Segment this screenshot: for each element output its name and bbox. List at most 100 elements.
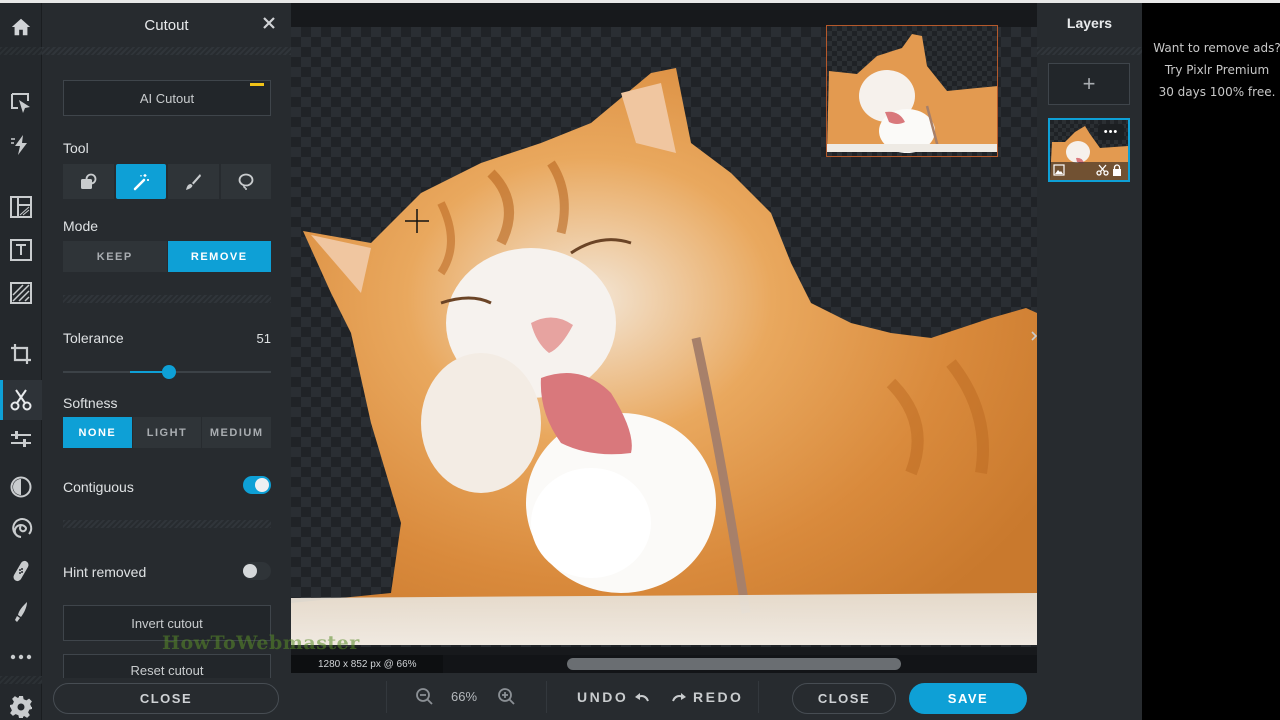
ad-line: 30 days 100% free. xyxy=(1158,85,1276,99)
rail-layout[interactable] xyxy=(0,189,42,225)
home-button[interactable] xyxy=(0,9,42,45)
layers-divider xyxy=(1037,47,1142,55)
lock-icon[interactable] xyxy=(1112,164,1122,179)
contiguous-label: Contiguous xyxy=(63,479,134,495)
image-dimensions: 1280 x 852 px @ 66% xyxy=(291,655,443,673)
reset-cutout-label: Reset cutout xyxy=(130,663,204,678)
rail-divider xyxy=(0,47,42,55)
rail-heal[interactable] xyxy=(0,553,42,589)
softness-none[interactable]: NONE xyxy=(63,417,132,448)
ai-cutout-label: AI Cutout xyxy=(139,90,195,106)
softness-medium[interactable]: MEDIUM xyxy=(201,417,272,448)
ai-cutout-button[interactable]: AI Cutout xyxy=(63,80,271,116)
cutout-layer-icon xyxy=(1096,164,1109,179)
tool-lasso[interactable] xyxy=(220,164,271,199)
rail-quick-fix[interactable] xyxy=(0,127,42,163)
tool-magic-wand[interactable] xyxy=(115,164,166,199)
contrast-icon xyxy=(10,476,32,498)
navigator-preview[interactable] xyxy=(826,25,998,157)
close-icon xyxy=(263,17,275,29)
invert-cutout-button[interactable]: Invert cutout xyxy=(63,605,271,641)
rail-liquify[interactable] xyxy=(0,510,42,546)
liquify-icon xyxy=(12,518,33,539)
ad-banner[interactable]: Want to remove ads? Try Pixlr Premium 30… xyxy=(1142,3,1280,720)
hint-removed-label: Hint removed xyxy=(63,564,147,580)
mode-selector: KEEP REMOVE xyxy=(63,241,271,272)
toolbar-divider xyxy=(758,681,759,713)
invert-cutout-label: Invert cutout xyxy=(131,615,203,631)
layer-status-bar xyxy=(1050,162,1128,180)
tolerance-label: Tolerance xyxy=(63,330,124,346)
cutout-icon xyxy=(10,389,32,411)
toggle-knob xyxy=(255,478,269,492)
zoom-out-button[interactable] xyxy=(415,687,435,707)
redo-label: REDO xyxy=(693,689,744,705)
layer-options-button[interactable]: ••• xyxy=(1098,124,1124,140)
settings-icon xyxy=(10,696,32,718)
undo-label: UNDO xyxy=(577,689,629,705)
rail-crop[interactable] xyxy=(0,336,42,372)
ad-line: Try Pixlr Premium xyxy=(1164,63,1270,77)
rail-adjust[interactable] xyxy=(0,421,42,457)
zoom-in-icon xyxy=(498,688,515,705)
mode-label: Mode xyxy=(63,218,99,234)
toolbar-divider xyxy=(386,681,387,713)
contiguous-toggle[interactable] xyxy=(243,476,271,494)
close-button[interactable]: CLOSE xyxy=(792,683,896,714)
image-layer-icon xyxy=(1053,164,1065,179)
undo-button[interactable]: UNDO xyxy=(577,689,650,705)
panel-close-button[interactable] xyxy=(259,14,279,34)
rail-text[interactable] xyxy=(0,232,42,268)
quick-fix-icon xyxy=(11,135,27,155)
home-icon xyxy=(11,18,31,36)
layer-item[interactable]: ••• xyxy=(1048,118,1130,182)
undo-icon xyxy=(635,693,650,702)
rail-pattern[interactable] xyxy=(0,275,42,311)
zoom-level: 66% xyxy=(451,689,478,704)
toolbar-divider xyxy=(546,681,547,713)
slider-handle[interactable] xyxy=(162,365,177,379)
redo-icon xyxy=(672,693,686,702)
tool-rail xyxy=(0,3,42,720)
redo-button[interactable]: REDO xyxy=(671,689,743,705)
rail-brush[interactable] xyxy=(0,594,42,630)
rail-divider xyxy=(0,676,42,684)
settings-button[interactable] xyxy=(0,689,42,720)
hint-removed-toggle[interactable] xyxy=(243,562,271,580)
reset-cutout-button[interactable]: Reset cutout xyxy=(63,654,271,678)
horizontal-scrollbar[interactable] xyxy=(567,658,901,670)
premium-badge xyxy=(250,83,264,86)
magic-wand-icon xyxy=(133,173,149,190)
zoom-in-button[interactable] xyxy=(497,687,517,707)
softness-label: Softness xyxy=(63,395,118,411)
section-divider xyxy=(63,520,271,528)
brush-icon xyxy=(15,602,27,622)
add-layer-button[interactable]: + xyxy=(1048,63,1130,105)
panel-close-pill-button[interactable]: CLOSE xyxy=(53,683,279,714)
tool-fill-select[interactable] xyxy=(63,164,114,199)
ad-line: Want to remove ads? xyxy=(1153,41,1280,55)
rail-more[interactable] xyxy=(0,639,42,675)
more-icon xyxy=(10,654,32,660)
mode-keep[interactable]: KEEP xyxy=(63,241,167,272)
arrange-icon xyxy=(11,93,30,113)
section-divider xyxy=(63,295,271,303)
tool-label: Tool xyxy=(63,140,89,156)
tolerance-slider[interactable] xyxy=(63,365,271,379)
panel-divider xyxy=(42,47,291,55)
zoom-out-icon xyxy=(416,688,433,705)
softness-light[interactable]: LIGHT xyxy=(131,417,202,448)
rail-cutout[interactable] xyxy=(0,380,42,420)
rail-arrange[interactable] xyxy=(0,85,42,121)
crop-icon xyxy=(11,344,31,364)
layers-title: Layers xyxy=(1066,15,1113,31)
mode-remove[interactable]: REMOVE xyxy=(166,241,271,272)
adjust-icon xyxy=(11,431,31,447)
rail-contrast[interactable] xyxy=(0,469,42,505)
heal-icon xyxy=(13,560,29,582)
tool-brush[interactable] xyxy=(168,164,219,199)
text-icon xyxy=(10,239,32,261)
softness-selector: NONE LIGHT MEDIUM xyxy=(63,417,272,448)
navigator-image xyxy=(827,26,997,156)
save-button[interactable]: SAVE xyxy=(909,683,1027,714)
